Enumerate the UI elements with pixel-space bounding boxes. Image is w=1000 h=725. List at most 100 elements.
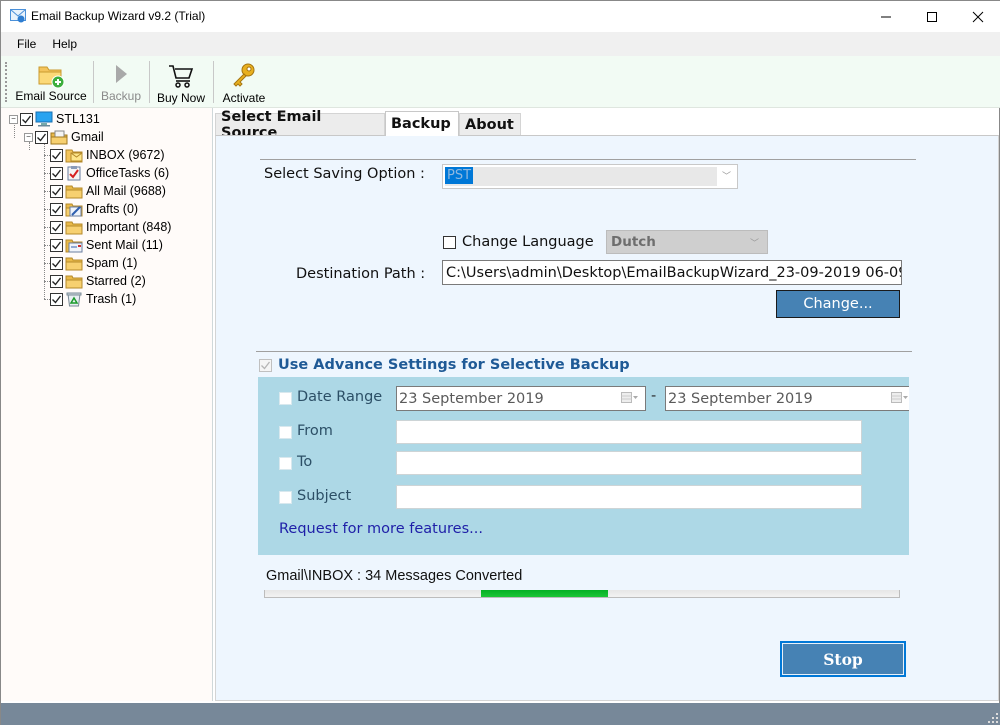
language-select[interactable]: Dutch ﹀	[606, 230, 768, 254]
tree-checkbox[interactable]	[50, 166, 63, 180]
stop-button[interactable]: Stop	[780, 641, 906, 677]
mailbox-folder-icon	[50, 130, 68, 145]
email-source-label: Email Source	[15, 89, 87, 103]
tree-label: Sent Mail (11)	[86, 238, 163, 252]
tab-about[interactable]: About	[459, 113, 521, 135]
tree-folder-item[interactable]: All Mail (9688)	[50, 182, 166, 200]
chevron-down-icon: ﹀	[721, 172, 731, 182]
tree-checkbox[interactable]	[35, 130, 48, 144]
tree-checkbox[interactable]	[50, 274, 63, 288]
tree-label: Spam (1)	[86, 256, 138, 270]
toolbar: Email Source Backup Buy Now Activate	[1, 56, 1000, 108]
tree-checkbox[interactable]	[50, 256, 63, 270]
maximize-icon	[927, 11, 937, 22]
tree-node-account[interactable]: − Gmail	[24, 128, 104, 146]
tree-label: INBOX (9672)	[86, 148, 165, 162]
tree-label: Drafts (0)	[86, 202, 139, 216]
inbox-folder-icon	[65, 149, 83, 163]
to-label: To	[297, 454, 313, 470]
tree-folder-item[interactable]: Important (848)	[50, 218, 171, 236]
collapse-icon[interactable]: −	[24, 132, 33, 142]
tree-checkbox[interactable]	[50, 202, 63, 216]
tree-label: OfficeTasks (6)	[86, 166, 170, 180]
change-language-checkbox[interactable]	[443, 236, 456, 249]
drafts-icon	[65, 203, 83, 217]
maximize-button[interactable]	[909, 1, 955, 32]
menu-help[interactable]: Help	[44, 35, 85, 53]
calendar-icon	[621, 392, 639, 404]
tab-select-email-source[interactable]: Select Email Source	[215, 109, 385, 141]
activate-label: Activate	[222, 91, 266, 105]
collapse-icon[interactable]: −	[9, 114, 18, 124]
tree-folder-item[interactable]: Starred (2)	[50, 272, 146, 290]
divider	[260, 159, 916, 160]
tree-checkbox[interactable]	[50, 148, 63, 162]
date-separator: -	[651, 388, 657, 404]
subject-input[interactable]	[396, 485, 862, 509]
tree-folder-item[interactable]: Spam (1)	[50, 254, 137, 272]
minimize-button[interactable]	[863, 1, 909, 32]
to-checkbox[interactable]	[279, 457, 292, 470]
change-path-button[interactable]: Change...	[776, 290, 900, 318]
buy-now-button[interactable]: Buy Now	[153, 58, 209, 106]
email-source-button[interactable]: Email Source	[13, 58, 89, 106]
folder-icon	[65, 275, 83, 289]
tree-node-root[interactable]: − STL131	[9, 110, 100, 128]
add-folder-icon	[38, 66, 65, 89]
title-bar: Email Backup Wizard v9.2 (Trial)	[1, 1, 1000, 32]
computer-icon	[35, 111, 53, 127]
minimize-icon	[881, 16, 891, 17]
divider	[256, 351, 912, 352]
tree-folder-item[interactable]: Trash (1)	[50, 290, 136, 308]
tree-folder-item[interactable]: OfficeTasks (6)	[50, 164, 169, 182]
app-mail-icon	[10, 9, 26, 23]
tree-label: Important (848)	[86, 220, 172, 234]
chevron-down-icon: ﹀	[749, 239, 759, 249]
language-value: Dutch	[611, 234, 656, 250]
tab-backup[interactable]: Backup	[385, 111, 459, 136]
date-to-picker[interactable]: 23 September 2019	[665, 386, 909, 411]
app-window: Email Backup Wizard v9.2 (Trial) File He…	[0, 0, 1000, 725]
change-language-label: Change Language	[462, 234, 594, 250]
buy-now-label: Buy Now	[156, 91, 206, 105]
from-label: From	[297, 423, 333, 439]
resize-grip-icon[interactable]	[988, 713, 998, 723]
subject-checkbox[interactable]	[279, 491, 292, 504]
toolbar-separator	[213, 61, 214, 103]
from-input[interactable]	[396, 420, 862, 444]
request-features-link[interactable]: Request for more features...	[279, 521, 483, 537]
to-input[interactable]	[396, 451, 862, 475]
from-checkbox[interactable]	[279, 426, 292, 439]
date-range-checkbox[interactable]	[279, 392, 292, 405]
tree-checkbox[interactable]	[50, 220, 63, 234]
tree-checkbox[interactable]	[50, 238, 63, 252]
saving-option-select[interactable]: PST ﹀	[442, 164, 738, 189]
tree-label: STL131	[56, 112, 100, 126]
close-icon	[972, 11, 984, 22]
tree-checkbox[interactable]	[50, 292, 63, 306]
folder-icon	[65, 221, 83, 235]
subject-label: Subject	[297, 488, 352, 504]
destination-path-input[interactable]: C:\Users\admin\Desktop\EmailBackupWizard…	[442, 260, 902, 285]
cart-icon	[169, 65, 194, 88]
close-button[interactable]	[955, 1, 1000, 32]
calendar-icon	[891, 392, 909, 404]
activate-button[interactable]: Activate	[217, 58, 271, 106]
folder-icon	[65, 185, 83, 199]
tree-folder-item[interactable]: Drafts (0)	[50, 200, 138, 218]
progress-bar	[264, 590, 900, 598]
menu-file[interactable]: File	[9, 35, 44, 53]
tree-folder-item[interactable]: Sent Mail (11)	[50, 236, 163, 254]
tree-label: Gmail	[71, 130, 104, 144]
status-bar	[1, 703, 1000, 725]
date-from-picker[interactable]: 23 September 2019	[396, 386, 646, 411]
tree-label: Trash (1)	[86, 292, 137, 306]
backup-panel: Select Saving Option : PST ﹀ Change Lang…	[215, 135, 999, 701]
advance-settings-checkbox[interactable]	[259, 359, 272, 372]
folder-icon	[65, 257, 83, 271]
tree-folder-item[interactable]: INBOX (9672)	[50, 146, 165, 164]
tree-checkbox[interactable]	[20, 112, 33, 126]
key-icon	[233, 63, 255, 87]
backup-button[interactable]: Backup	[97, 58, 145, 106]
tree-checkbox[interactable]	[50, 184, 63, 198]
